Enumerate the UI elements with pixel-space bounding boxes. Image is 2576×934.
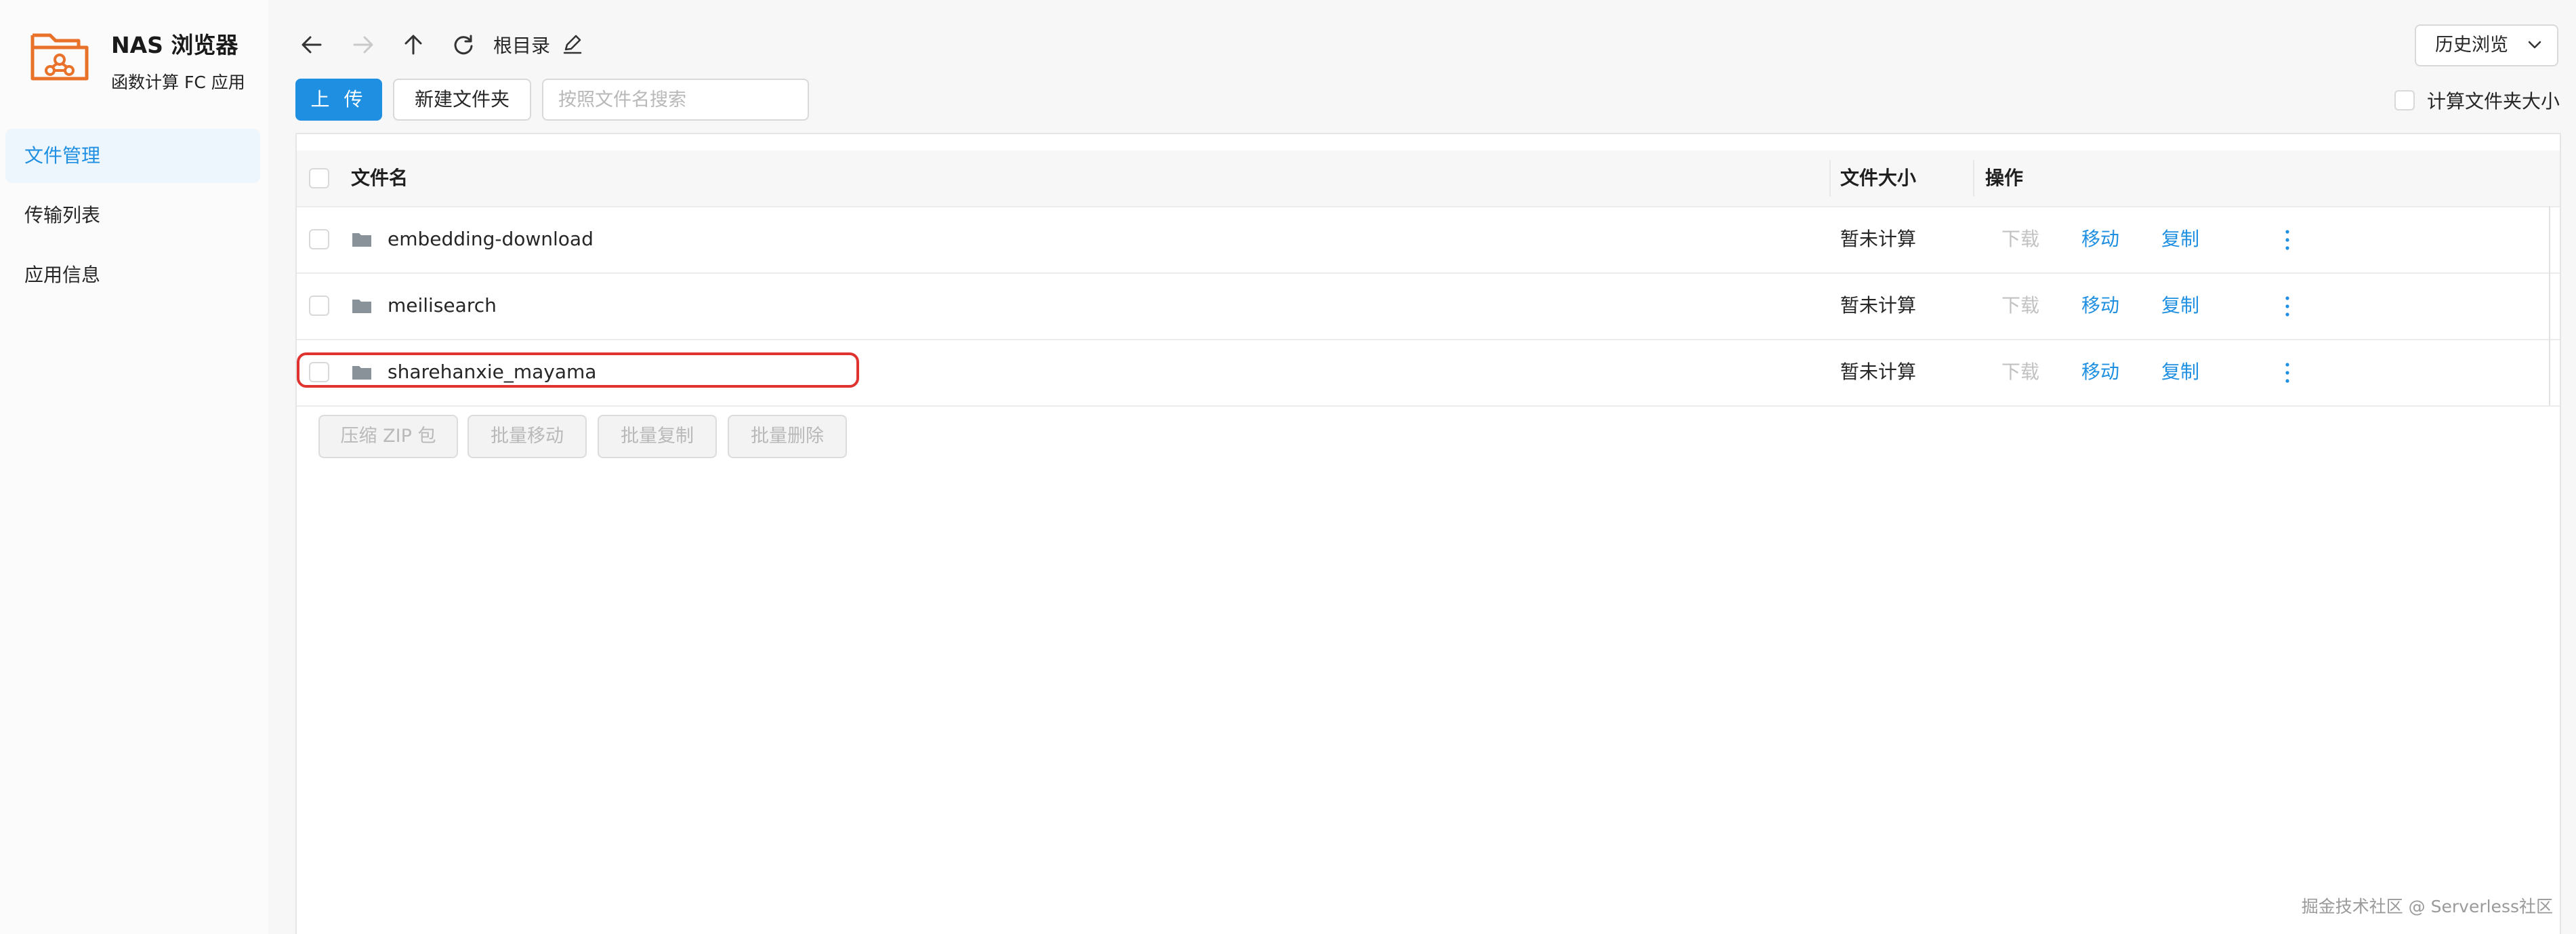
move-button[interactable]: 移动 xyxy=(2081,206,2119,272)
copy-button[interactable]: 复制 xyxy=(2161,206,2199,272)
batch-move-button[interactable]: 批量移动 xyxy=(468,415,587,458)
brand: NAS 浏览器 函数计算 FC 应用 xyxy=(30,27,260,102)
calc-folder-size-toggle[interactable]: 计算文件夹大小 xyxy=(2394,87,2560,114)
new-folder-button[interactable]: 新建文件夹 xyxy=(393,79,531,121)
column-divider xyxy=(1973,160,1974,197)
column-divider xyxy=(1829,160,1831,197)
copy-button[interactable]: 复制 xyxy=(2161,272,2199,339)
download-button: 下载 xyxy=(2001,228,2040,250)
row-checkbox[interactable] xyxy=(309,296,329,316)
sidebar-item-app-info[interactable]: 应用信息 xyxy=(5,248,260,302)
column-header-name: 文件名 xyxy=(351,167,409,189)
calc-folder-size-checkbox[interactable] xyxy=(2394,90,2415,110)
more-options-icon[interactable] xyxy=(2281,359,2294,386)
edit-path-icon[interactable] xyxy=(561,33,584,56)
move-button[interactable]: 移动 xyxy=(2081,272,2119,339)
file-size: 暂未计算 xyxy=(1840,361,1917,383)
column-header-actions: 操作 xyxy=(1985,167,2024,189)
file-size: 暂未计算 xyxy=(1840,294,1917,317)
table-scrollbar[interactable] xyxy=(2549,206,2550,405)
table-header: 文件名 文件大小 操作 xyxy=(297,150,2560,207)
file-name[interactable]: meilisearch xyxy=(388,272,497,339)
more-options-icon[interactable] xyxy=(2281,226,2294,253)
folder-icon xyxy=(352,233,371,247)
folder-icon xyxy=(352,300,371,313)
compress-zip-button[interactable]: 压缩 ZIP 包 xyxy=(318,415,458,458)
history-label: 历史浏览 xyxy=(2435,35,2508,56)
breadcrumb-root[interactable]: 根目录 xyxy=(493,31,550,58)
more-options-icon[interactable] xyxy=(2281,293,2294,320)
search-input[interactable] xyxy=(542,79,809,121)
batch-delete-button[interactable]: 批量删除 xyxy=(728,415,847,458)
up-arrow-icon[interactable] xyxy=(398,30,428,60)
table-row: meilisearch 暂未计算 下载 移动 复制 xyxy=(297,272,2560,340)
main-area: 根目录 历史浏览 上 传 新建文件夹 计算文件夹大小 文件名 文件大小 操作 e… xyxy=(268,0,2576,934)
row-checkbox[interactable] xyxy=(309,229,329,249)
upload-button[interactable]: 上 传 xyxy=(295,79,382,121)
row-checkbox[interactable] xyxy=(309,362,329,382)
chevron-down-icon xyxy=(2527,26,2542,79)
sidebar-item-transfer-list[interactable]: 传输列表 xyxy=(5,188,260,243)
copy-button[interactable]: 复制 xyxy=(2161,339,2199,405)
sidebar: NAS 浏览器 函数计算 FC 应用 文件管理 传输列表 应用信息 xyxy=(0,0,268,934)
move-button[interactable]: 移动 xyxy=(2081,339,2119,405)
download-button: 下载 xyxy=(2001,294,2040,317)
file-name[interactable]: sharehanxie_mayama xyxy=(388,339,596,405)
column-header-size: 文件大小 xyxy=(1840,167,1917,189)
sidebar-item-file-management[interactable]: 文件管理 xyxy=(5,129,260,183)
watermark: 掘金技术社区 @ Serverless社区 xyxy=(2301,897,2553,916)
refresh-icon[interactable] xyxy=(449,30,478,60)
select-all-checkbox[interactable] xyxy=(309,168,329,188)
table-row: sharehanxie_mayama 暂未计算 下载 移动 复制 xyxy=(297,339,2560,407)
download-button: 下载 xyxy=(2001,361,2040,383)
table-row: embedding-download 暂未计算 下载 移动 复制 xyxy=(297,206,2560,274)
history-dropdown[interactable]: 历史浏览 xyxy=(2415,24,2558,66)
folder-icon xyxy=(352,366,371,380)
forward-arrow-icon[interactable] xyxy=(348,30,378,60)
app-subtitle: 函数计算 FC 应用 xyxy=(111,73,245,92)
file-size: 暂未计算 xyxy=(1840,228,1917,250)
calc-folder-size-label: 计算文件夹大小 xyxy=(2426,90,2560,113)
file-table-panel: 文件名 文件大小 操作 embedding-download 暂未计算 下载 移… xyxy=(295,133,2561,934)
app-title: NAS 浏览器 xyxy=(111,32,238,58)
batch-copy-button[interactable]: 批量复制 xyxy=(598,415,717,458)
nas-folder-logo-icon xyxy=(30,33,89,81)
file-name[interactable]: embedding-download xyxy=(388,206,594,272)
back-arrow-icon[interactable] xyxy=(297,30,327,60)
